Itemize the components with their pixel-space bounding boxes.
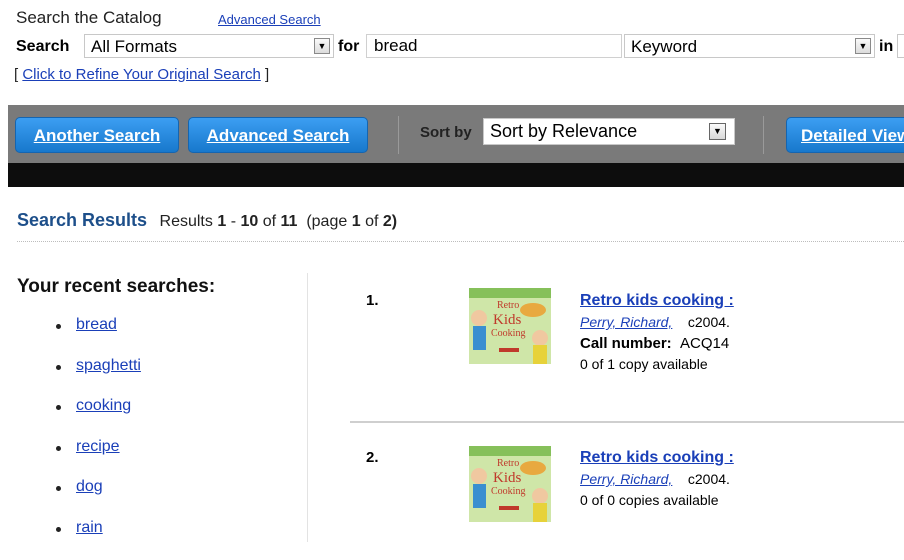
page-current: 1 [351,213,361,230]
page-open: (page [306,213,348,230]
format-select-value: All Formats [91,37,177,56]
recent-search-link-spaghetti[interactable]: spaghetti [76,357,141,375]
toolbar-dark-bar [8,163,904,187]
page-of: of [365,213,379,230]
search-label: Search [16,38,70,55]
results-dash: - [230,213,237,230]
for-label: for [338,38,360,55]
result-number: 2. [366,449,379,466]
results-header: Search Results Results 1 - 10 of 11 (pag… [17,210,397,231]
result-author-link[interactable]: Perry, Richard, [580,471,672,487]
svg-text:Kids: Kids [493,312,522,328]
toolbar-divider [398,116,399,154]
detailed-view-button[interactable]: Detailed View [786,117,904,153]
book-cover-icon[interactable]: Retro Kids Cooking [469,288,551,364]
result-date: c2004. [687,314,730,330]
results-label: Results [159,213,213,230]
bullet-icon [56,364,61,370]
advanced-search-link[interactable]: Advanced Search [218,12,321,27]
dropdown-arrow-icon[interactable]: ▼ [314,38,330,54]
result-date: c2004. [687,471,730,487]
result-number: 1. [366,292,379,309]
search-type-select[interactable]: Keyword ▼ [624,34,875,58]
recent-search-link-cooking[interactable]: cooking [76,397,131,415]
call-number-value: ACQ14 [680,335,730,352]
result-title-link[interactable]: Retro kids cooking : [580,449,734,466]
sidebar-divider [307,273,308,542]
in-label: in [879,38,894,55]
bullet-icon [56,324,61,329]
bullet-icon [56,526,61,532]
recent-search-link-rain[interactable]: rain [76,519,103,537]
another-search-button[interactable]: Another Search [15,117,179,153]
result-call-line: Call number: ACQ14 [580,335,729,352]
sort-by-label: Sort by [420,124,472,141]
result-author-line: Perry, Richard, c2004. [580,314,730,330]
result-author-link[interactable]: Perry, Richard, [580,314,672,330]
result-separator [350,421,904,423]
svg-text:Retro: Retro [497,300,519,311]
refine-search-link[interactable]: Click to Refine Your Original Search [22,66,260,83]
results-title: Search Results [17,210,148,230]
dropdown-arrow-icon[interactable]: ▼ [855,38,871,54]
page-total: 2) [382,213,398,230]
book-cover-icon[interactable]: Retro Kids Cooking [469,446,551,522]
result-author-line: Perry, Richard, c2004. [580,471,730,487]
bullet-icon [56,445,61,451]
results-total: 11 [280,213,298,230]
svg-text:Cooking: Cooking [491,486,525,497]
toolbar-divider [763,116,764,154]
result-availability: 0 of 0 copies available [580,492,719,508]
search-term-input[interactable]: bread [366,34,622,58]
results-start: 1 [217,213,227,230]
results-of: of [262,213,277,230]
result-title-link[interactable]: Retro kids cooking : [580,292,734,309]
search-type-value: Keyword [631,37,698,56]
svg-text:Kids: Kids [493,470,522,486]
search-title: Search the Catalog [16,8,162,27]
format-select[interactable]: All Formats ▼ [84,34,334,58]
results-end: 10 [240,213,259,230]
result-title: Retro kids cooking : [580,449,734,467]
recent-searches-title: Your recent searches: [17,276,216,297]
advanced-search-button[interactable]: Advanced Search [188,117,368,153]
refine-search: [ Click to Refine Your Original Search ] [14,66,269,83]
bullet-icon [56,486,61,492]
bullet-icon [56,405,61,411]
dropdown-arrow-icon[interactable]: ▼ [709,123,726,140]
refine-bracket-close: ] [260,66,270,83]
result-availability: 0 of 1 copy available [580,356,708,372]
results-divider [17,241,904,242]
svg-text:Retro: Retro [497,458,519,469]
recent-search-link-dog[interactable]: dog [76,478,103,496]
result-title: Retro kids cooking : [580,292,734,310]
library-select[interactable] [897,34,904,58]
sort-select-value: Sort by Relevance [490,121,638,141]
recent-search-link-recipe[interactable]: recipe [76,438,120,456]
recent-search-link-bread[interactable]: bread [76,316,117,334]
call-number-label: Call number: [580,335,672,352]
sort-select[interactable]: Sort by Relevance ▼ [483,118,735,145]
svg-text:Cooking: Cooking [491,328,525,339]
